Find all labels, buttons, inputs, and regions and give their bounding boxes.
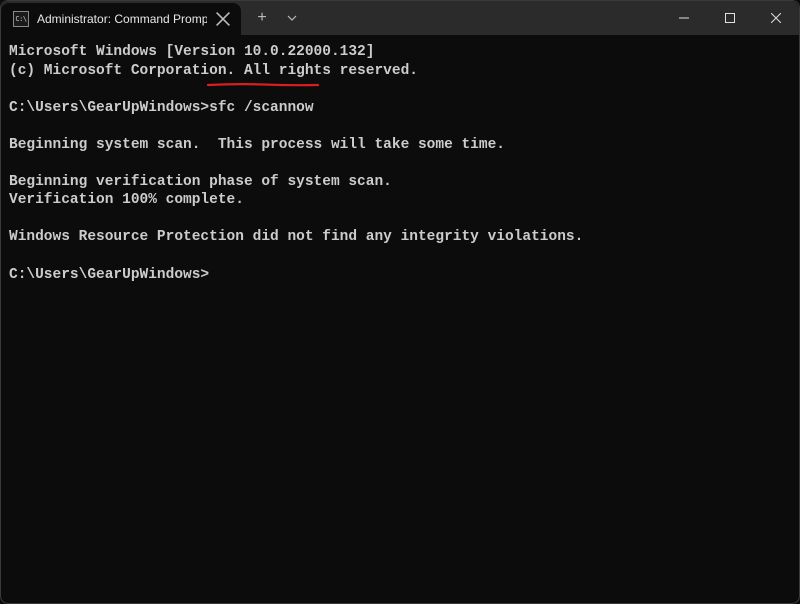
annotation-underline xyxy=(207,75,319,81)
new-tab-button[interactable]: + xyxy=(247,2,277,34)
cmd-icon: C:\ xyxy=(13,11,29,27)
terminal-output[interactable]: Microsoft Windows [Version 10.0.22000.13… xyxy=(1,35,799,292)
title-bar: C:\ Administrator: Command Promp + xyxy=(1,1,799,35)
verification-phase-line: Beginning verification phase of system s… xyxy=(9,174,392,190)
version-line: Microsoft Windows [Version 10.0.22000.13… xyxy=(9,44,374,60)
maximize-button[interactable] xyxy=(707,1,753,35)
tab-area: C:\ Administrator: Command Promp + xyxy=(1,1,307,35)
minimize-button[interactable] xyxy=(661,1,707,35)
prompt-path: C:\Users\GearUpWindows> xyxy=(9,267,209,283)
tab-close-button[interactable] xyxy=(215,11,231,27)
scan-begin-line: Beginning system scan. This process will… xyxy=(9,137,505,153)
close-button[interactable] xyxy=(753,1,799,35)
result-line: Windows Resource Protection did not find… xyxy=(9,229,583,245)
tab-controls: + xyxy=(241,1,307,35)
window-controls xyxy=(661,1,799,35)
prompt-path: C:\Users\GearUpWindows> xyxy=(9,100,209,116)
verification-complete-line: Verification 100% complete. xyxy=(9,192,244,208)
tab-dropdown-button[interactable] xyxy=(277,2,307,34)
tab-title: Administrator: Command Promp xyxy=(37,12,207,26)
command-entered: sfc /scannow xyxy=(209,100,313,116)
tab-command-prompt[interactable]: C:\ Administrator: Command Promp xyxy=(1,3,241,35)
